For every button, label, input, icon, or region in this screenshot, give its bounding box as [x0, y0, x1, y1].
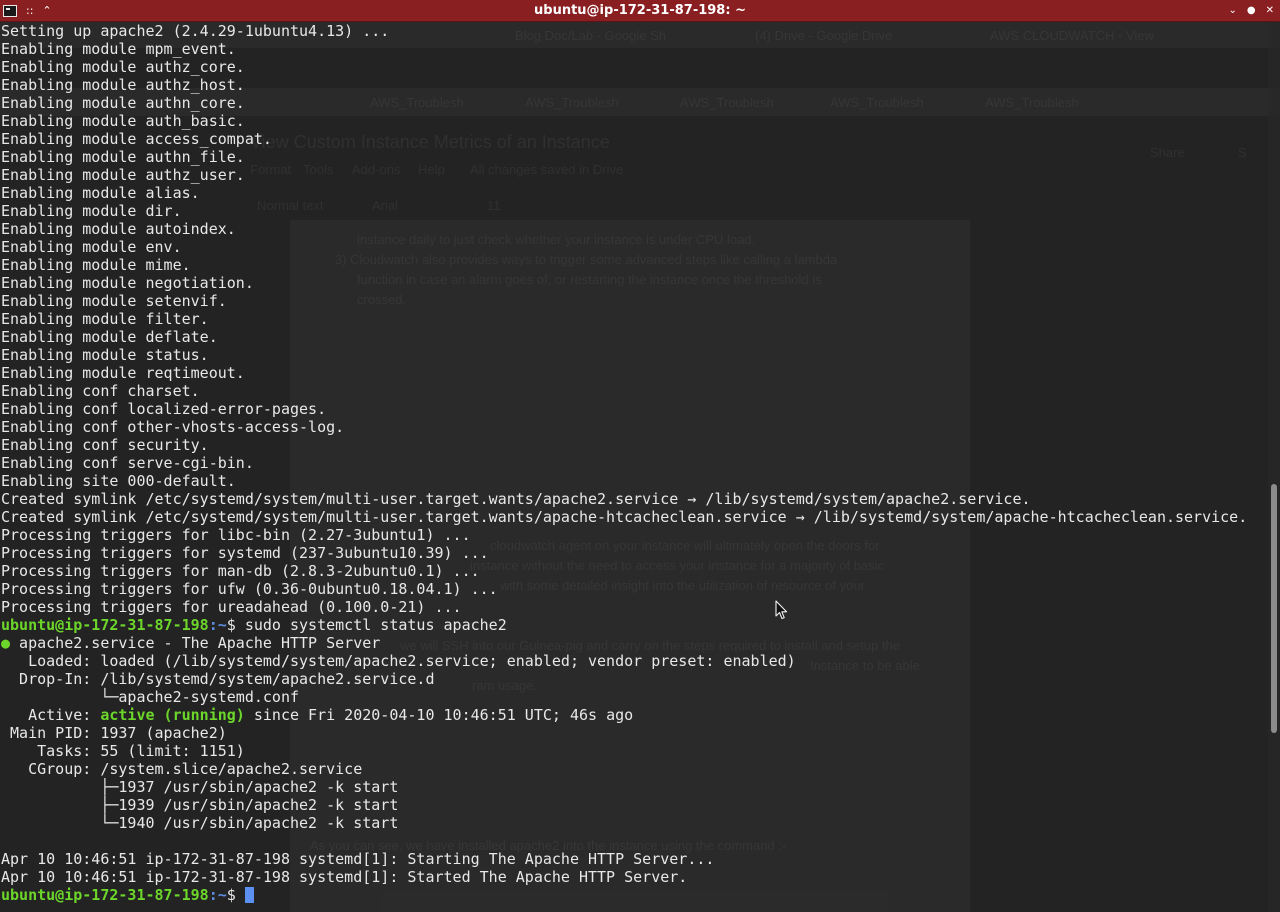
service-status-line: ● apache2.service - The Apache HTTP Serv…	[1, 634, 1267, 652]
output-line: Enabling conf other-vhosts-access-log.	[1, 418, 345, 436]
scrollbar-thumb[interactable]	[1271, 484, 1277, 733]
output-line: Enabling module mpm_event.	[1, 40, 236, 58]
output-line: Enabling module env.	[1, 238, 182, 256]
output-line: Enabling module deflate.	[1, 328, 218, 346]
output-line: Enabling module dir.	[1, 202, 182, 220]
prompt-user-host: ubuntu@ip-172-31-87-198	[1, 616, 209, 634]
active-state: active (running)	[100, 706, 245, 724]
process-line: └─1940 /usr/sbin/apache2 -k start	[1, 814, 399, 832]
output-line: Enabling module filter.	[1, 310, 209, 328]
cgroup-line: CGroup: /system.slice/apache2.service	[1, 760, 363, 778]
output-line: Enabling module access_compat.	[1, 130, 272, 148]
output-line: Enabling conf serve-cgi-bin.	[1, 454, 254, 472]
loaded-line: Loaded: loaded (/lib/systemd/system/apac…	[1, 652, 796, 670]
current-prompt-line[interactable]: ubuntu@ip-172-31-87-198:~$	[1, 886, 1267, 904]
title-bar[interactable]: :: ⌃ ubuntu@ip-172-31-87-198: ~ ⌄ ● ✕	[0, 0, 1280, 22]
output-line: Enabling module status.	[1, 346, 209, 364]
prompt-symbol: $	[226, 886, 245, 904]
output-line: Enabling site 000-default.	[1, 472, 236, 490]
tasks-line: Tasks: 55 (limit: 1151)	[1, 742, 245, 760]
output-line: Enabling module authz_host.	[1, 76, 245, 94]
process-line: ├─1939 /usr/sbin/apache2 -k start	[1, 796, 399, 814]
install-output: Setting up apache2 (2.4.29-1ubuntu4.13) …	[1, 22, 1267, 616]
minimize-icon[interactable]: ⌄	[1228, 2, 1236, 19]
output-line: Created symlink /etc/systemd/system/mult…	[1, 508, 1248, 526]
output-line: Enabling module auth_basic.	[1, 112, 245, 130]
output-line: Enabling module reqtimeout.	[1, 364, 245, 382]
output-line: Processing triggers for ufw (0.36-0ubunt…	[1, 580, 498, 598]
active-label: Active:	[1, 706, 101, 724]
window-title: ubuntu@ip-172-31-87-198: ~	[534, 3, 746, 18]
output-line: Enabling conf charset.	[1, 382, 200, 400]
output-line: Processing triggers for man-db (2.8.3-2u…	[1, 562, 480, 580]
prompt-user-host: ubuntu@ip-172-31-87-198	[1, 886, 209, 904]
window-controls: ⌄ ● ✕	[1228, 2, 1274, 19]
output-line: Enabling module authz_core.	[1, 58, 245, 76]
terminal-output[interactable]: Setting up apache2 (2.4.29-1ubuntu4.13) …	[1, 22, 1267, 912]
command-line: ubuntu@ip-172-31-87-198:~$ sudo systemct…	[1, 616, 1267, 634]
output-line: Enabling module setenvif.	[1, 292, 227, 310]
prompt-symbol: $	[226, 616, 245, 634]
close-icon[interactable]: ✕	[1266, 2, 1274, 19]
output-line: Enabling module alias.	[1, 184, 200, 202]
output-line: Enabling conf security.	[1, 436, 209, 454]
output-line: Enabling module mime.	[1, 256, 191, 274]
output-line: Enabling module autoindex.	[1, 220, 236, 238]
dropin-file-line: └─apache2-systemd.conf	[1, 688, 300, 706]
main-pid-line: Main PID: 1937 (apache2)	[1, 724, 227, 742]
output-line: Processing triggers for ureadahead (0.10…	[1, 598, 462, 616]
output-line: Enabling module authn_core.	[1, 94, 245, 112]
active-since: since Fri 2020-04-10 10:46:51 UTC; 46s a…	[244, 706, 634, 724]
output-line: Created symlink /etc/systemd/system/mult…	[1, 490, 1031, 508]
text-cursor	[244, 887, 254, 903]
process-line: ├─1937 /usr/sbin/apache2 -k start	[1, 778, 399, 796]
output-line: Enabling conf localized-error-pages.	[1, 400, 327, 418]
output-line: Processing triggers for libc-bin (2.27-3…	[1, 526, 471, 544]
terminal-window[interactable]: Blog Doc/Lab - Google Sh (4) Drive - Goo…	[0, 0, 1280, 912]
vertical-scrollbar[interactable]	[1268, 22, 1280, 912]
journal-line: Apr 10 10:46:51 ip-172-31-87-198 systemd…	[1, 850, 715, 868]
output-line: Enabling module negotiation.	[1, 274, 254, 292]
service-name: apache2.service - The Apache HTTP Server	[10, 634, 381, 652]
active-line: Active: active (running) since Fri 2020-…	[1, 706, 1267, 724]
output-line: Enabling module authn_file.	[1, 148, 245, 166]
output-line: Enabling module authz_user.	[1, 166, 245, 184]
output-line: Processing triggers for systemd (237-3ub…	[1, 544, 489, 562]
command-text: sudo systemctl status apache2	[244, 616, 507, 634]
mouse-pointer-icon	[775, 600, 788, 620]
journal-line: Apr 10 10:46:51 ip-172-31-87-198 systemd…	[1, 868, 688, 886]
prompt-path: :~	[208, 616, 227, 634]
dropin-line: Drop-In: /lib/systemd/system/apache2.ser…	[1, 670, 435, 688]
output-line: Setting up apache2 (2.4.29-1ubuntu4.13) …	[1, 22, 390, 40]
maximize-icon[interactable]: ●	[1247, 2, 1256, 19]
service-status-dot-icon: ●	[1, 634, 11, 652]
prompt-path: :~	[208, 886, 227, 904]
